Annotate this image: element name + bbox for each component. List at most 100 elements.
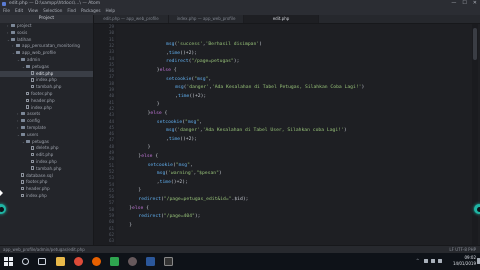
word-icon[interactable] [146, 257, 155, 266]
tree-item-label: app_web_profile [22, 50, 56, 56]
tree-folder[interactable]: › app_persuratan_monitoring [0, 43, 93, 50]
editor-tab[interactable]: edit.php [244, 15, 319, 23]
folder-icon [11, 24, 15, 27]
line-number: 63 [108, 238, 114, 244]
tree-file[interactable]: index.php [0, 77, 93, 84]
cmd-icon[interactable] [164, 257, 173, 266]
search-icon[interactable] [22, 258, 29, 265]
tree-file[interactable]: tambah.php [0, 84, 93, 91]
code-line[interactable]: }else { [129, 206, 149, 211]
tree-file[interactable]: edit.php [0, 70, 93, 78]
menu-selection[interactable]: Selection [43, 7, 62, 15]
menu-edit[interactable]: Edit [15, 7, 23, 15]
tree-file[interactable]: delete.php [0, 145, 93, 152]
code-line[interactable]: msg('danger','Ada Kesalahan di Tabel Pet… [175, 85, 364, 90]
code-line[interactable]: ,time()+2); [175, 94, 206, 99]
task-view-icon[interactable] [38, 258, 46, 265]
tree-file[interactable]: footer.php [0, 91, 93, 98]
editor-tab[interactable]: index.php — app_web_profile [169, 15, 244, 23]
tree-folder[interactable]: › sosis [0, 30, 93, 37]
chrome-icon[interactable] [74, 257, 83, 266]
menu-packages[interactable]: Packages [81, 7, 101, 15]
code-line[interactable]: } [129, 223, 132, 228]
code-line[interactable]: redirect("/page=404"); [138, 214, 200, 219]
tree-folder[interactable]: ⌄ petugas [0, 64, 93, 71]
tree-file[interactable]: index.php [0, 105, 93, 112]
tree-folder[interactable]: ⌄ admin [0, 57, 93, 64]
code-line[interactable]: }else { [148, 111, 168, 116]
code-line[interactable]: }else { [157, 68, 177, 73]
file-icon [26, 105, 29, 109]
code-line[interactable]: } [148, 145, 151, 150]
file-icon [21, 180, 24, 184]
tree-file[interactable]: database.sql [0, 173, 93, 180]
code-line[interactable]: setcookie("msg", [148, 163, 193, 168]
tree-file[interactable]: index.php [0, 193, 93, 200]
code-line[interactable]: setcookie("msg", [166, 77, 211, 82]
code-line[interactable]: ,time()+2); [166, 51, 197, 56]
firefox-icon[interactable] [92, 257, 101, 266]
close-icon[interactable]: ✕ [473, 0, 477, 7]
line-number: 57 [108, 200, 114, 206]
tree-folder[interactable]: ⌄ app_web_profile [0, 50, 93, 57]
tree-folder[interactable]: › assets [0, 111, 93, 118]
tree-file[interactable]: tambah.php [0, 166, 93, 173]
folder-icon [21, 112, 25, 116]
tree-file[interactable]: index.php [0, 159, 93, 166]
scrollbar-thumb[interactable] [473, 28, 477, 60]
line-number: 43 [108, 112, 114, 118]
code-line[interactable]: } [138, 188, 141, 193]
tree-folder[interactable]: ⌄ users [0, 132, 93, 139]
code-line[interactable]: ,time()+2); [166, 137, 197, 142]
minimize-icon[interactable]: — [451, 0, 456, 7]
tree-file[interactable]: header.php [0, 98, 93, 105]
maximize-icon[interactable]: ☐ [462, 0, 466, 7]
code-line[interactable]: ,time()+2); [157, 180, 188, 185]
code-line[interactable]: msg('success','Berhasil disimpan') [166, 42, 262, 47]
code-editor[interactable]: 29 30 31 32 33 34 35 36 37 38 39 40 41 42 43 44 45 46 47 48… [94, 24, 480, 245]
code-line[interactable]: }else { [138, 154, 158, 159]
line-number: 35 [108, 61, 114, 67]
code-line[interactable]: redirect("/page=petugas"); [166, 59, 239, 64]
atom-taskbar-icon[interactable] [128, 257, 137, 266]
code-line[interactable]: msg('danger','Ada Kesalahan di Tabel Use… [166, 128, 347, 133]
volume-icon[interactable] [431, 259, 435, 263]
clock[interactable]: 09:02 14/01/2019 [453, 255, 476, 267]
windows-start-icon[interactable] [4, 257, 13, 266]
tree-file[interactable]: header.php [0, 186, 93, 193]
tree-file[interactable]: footer.php [0, 179, 93, 186]
line-number: 38 [108, 80, 114, 86]
tab-bar: edit.php — app_web_profile index.php — ap… [94, 15, 480, 24]
project-panel-title[interactable]: Project [0, 15, 93, 23]
line-number: 47 [108, 137, 114, 143]
editor-tab[interactable]: edit.php — app_web_profile [94, 15, 169, 23]
tree-folder[interactable]: ⌄ latihan [0, 37, 93, 44]
line-number: 39 [108, 87, 114, 92]
line-number: 30 [108, 30, 114, 36]
code-line[interactable]: } [157, 102, 160, 107]
tray-up-arrow-icon[interactable]: ^ [416, 259, 420, 263]
green-app-icon[interactable] [110, 257, 119, 266]
file-explorer-icon[interactable] [56, 257, 65, 266]
network-icon[interactable] [424, 259, 428, 263]
tree-folder[interactable]: › config [0, 118, 93, 125]
menu-view[interactable]: View [28, 7, 38, 15]
tree-folder[interactable]: › project [0, 23, 93, 30]
folder-icon [16, 51, 20, 55]
tree-item-label: footer.php [31, 90, 53, 96]
tree-folder[interactable]: ⌄ petugas [0, 139, 93, 146]
line-number: 33 [108, 49, 114, 55]
menu-file[interactable]: File [3, 7, 10, 15]
tree-item-label: index.php [36, 158, 57, 164]
menu-find[interactable]: Find [67, 7, 76, 15]
tree-file[interactable]: edit.php [0, 152, 93, 159]
file-icon [21, 173, 24, 177]
battery-icon[interactable] [438, 259, 442, 263]
file-icon [31, 166, 34, 170]
code-line[interactable]: setcookie("msg", [157, 120, 202, 125]
tree-folder[interactable]: › template [0, 125, 93, 132]
menu-bar: File Edit View Selection Find Packages Help [0, 7, 480, 15]
menu-help[interactable]: Help [106, 7, 116, 15]
code-line[interactable]: msg('warning',"$pesan") [157, 171, 222, 176]
code-line[interactable]: redirect("/page=petugas_edit&id=".$id); [138, 197, 248, 202]
